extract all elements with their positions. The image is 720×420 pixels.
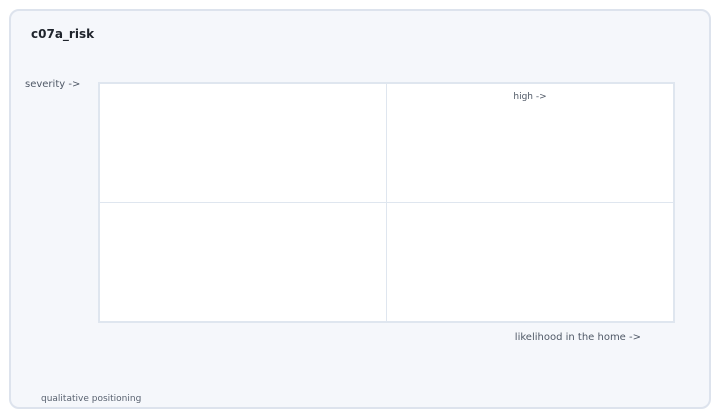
risk-matrix-card: c07a_risk severity -> high -> likelihood…: [9, 9, 711, 409]
quadrant-top-right: high ->: [387, 84, 673, 202]
risk-quadrant-grid: high ->: [98, 82, 675, 323]
quadrant-top-left: [100, 84, 386, 202]
footer-note: qualitative positioning: [41, 394, 142, 404]
x-axis-label: likelihood in the home ->: [514, 332, 641, 343]
quadrant-top-right-label: high ->: [513, 92, 547, 102]
quadrant-bottom-right: [387, 203, 673, 321]
diagram-title: c07a_risk: [31, 27, 95, 41]
y-axis-label: severity ->: [25, 79, 81, 90]
quadrant-bottom-left: [100, 203, 386, 321]
